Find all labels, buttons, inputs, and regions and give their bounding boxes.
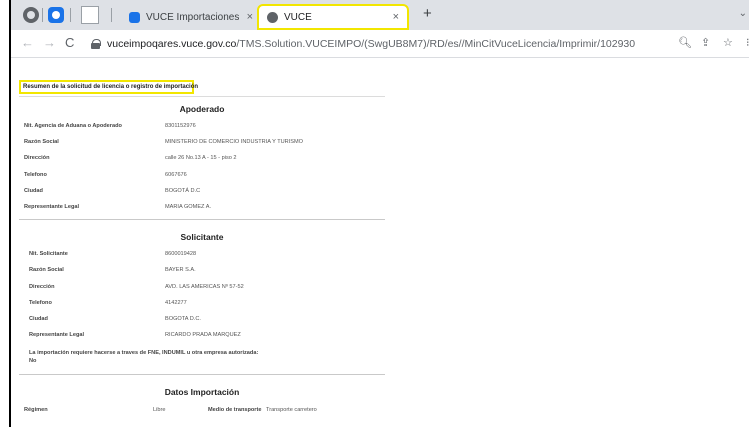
apoderado-fields: Nit. Agencia de Aduana o Apoderado 830115… [19, 118, 385, 215]
field-value: MARIA GOMEZ A. [165, 204, 212, 211]
field-label: Ciudad [24, 187, 43, 194]
field-value: MINISTERIO DE COMERCIO INDUSTRIA Y TURIS… [165, 139, 303, 146]
field-label: Razón Social [29, 267, 64, 274]
section-divider [19, 219, 385, 221]
tab-strip: VUCE Importaciones × VUCE × + ⌄ [11, 0, 749, 30]
field-label: Representante Legal [24, 204, 80, 211]
vuce-favicon-icon [129, 11, 140, 23]
field-row: Telefono 4142277 [19, 295, 385, 311]
transport-label: Medio de transporte [208, 407, 262, 414]
lock-icon[interactable] [91, 38, 101, 49]
field-value: BOGOTÁ D.C [165, 187, 201, 194]
new-tab-button[interactable]: + [423, 6, 432, 21]
tab-separator [70, 8, 71, 22]
field-label: Nit. Agencia de Aduana o Apoderado [24, 123, 122, 130]
globe-favicon-icon [267, 11, 278, 23]
tab-vuce[interactable]: VUCE × [257, 4, 409, 30]
transport-value: Transporte carretero [266, 407, 317, 414]
left-border [9, 0, 11, 427]
address-bar[interactable]: vuceimpoqares.vuce.gov.co/TMS.Solution.V… [91, 33, 651, 54]
forward-button[interactable]: → [43, 35, 56, 51]
field-value: BOGOTA D.C. [165, 315, 201, 322]
field-label: Telefono [29, 299, 52, 306]
tab-search-icon[interactable]: ⌄ [739, 8, 747, 19]
close-icon[interactable]: × [393, 11, 399, 23]
chrome-icon[interactable] [23, 7, 39, 23]
import-data-row: Régimen Libre Medio de transporte Transp… [19, 407, 385, 413]
field-value: 8301152976 [165, 123, 196, 130]
browser-toolbar: ← → C vuceimpoqares.vuce.gov.co/TMS.Solu… [11, 30, 749, 58]
authorization-answer: No [29, 358, 37, 365]
field-row: Representante Legal MARIA GOMEZ A. [19, 199, 385, 215]
field-value: 4142277 [165, 299, 187, 306]
bookmark-star-icon[interactable]: ☆ [723, 37, 733, 49]
tab-title: VUCE [284, 11, 312, 23]
field-label: Telefono [24, 171, 47, 178]
document-header: Resumen de la solicitud de licencia o re… [19, 80, 198, 94]
section-title-datos-importacion: Datos Importación [164, 387, 240, 398]
tab-separator [42, 8, 43, 22]
field-row: Dirección AVD. LAS AMERICAS Nº 57-52 [19, 279, 385, 295]
field-row: Razón Social MINISTERIO DE COMERCIO INDUS… [19, 134, 385, 150]
tab-vuce-importaciones[interactable]: VUCE Importaciones × [121, 4, 261, 30]
field-label: Nit. Solicitante [29, 251, 68, 258]
field-row: Razón Social BAYER S.A. [19, 262, 385, 278]
field-row: Nit. Solicitante 8600019428 [19, 246, 385, 262]
field-row: Dirección calle 26 No.13 A - 15 - piso 2 [19, 150, 385, 166]
back-button[interactable]: ← [21, 35, 34, 51]
url-path: /TMS.Solution.VUCEIMPO/(SwgUB8M7)/RD/es/… [236, 37, 636, 50]
solicitante-fields: Nit. Solicitante 8600019428 Razón Social B… [19, 246, 385, 343]
field-value: 6067676 [165, 171, 187, 178]
field-label: Razón Social [24, 139, 59, 146]
field-label: Ciudad [29, 315, 48, 322]
field-value: BAYER S.A. [165, 267, 196, 274]
section-title-solicitante: Solicitante [180, 232, 224, 243]
url-text[interactable]: vuceimpoqares.vuce.gov.co/TMS.Solution.V… [107, 38, 635, 50]
reload-button[interactable]: C [65, 35, 74, 51]
license-summary-document: Resumen de la solicitud de licencia o re… [19, 80, 385, 413]
field-row: Telefono 6067676 [19, 167, 385, 183]
vuce-app-icon[interactable] [48, 7, 64, 23]
section-title-apoderado: Apoderado [179, 104, 225, 114]
field-label: Dirección [29, 283, 55, 290]
header-divider [19, 96, 385, 97]
field-row: Ciudad BOGOTÁ D.C [19, 183, 385, 199]
authorization-question: La importación requiere hacerse a traves… [29, 350, 259, 357]
close-icon[interactable]: × [247, 11, 253, 23]
tab-title: VUCE Importaciones [146, 11, 240, 23]
field-row: Nit. Agencia de Aduana o Apoderado 830115… [19, 118, 385, 134]
section-divider [19, 374, 385, 376]
field-value: 8600019428 [165, 251, 197, 258]
url-host: vuceimpoqares.vuce.gov.co [107, 37, 237, 50]
field-value: RICARDO PRADA MARQUEZ [165, 332, 241, 339]
field-label: Representante Legal [29, 332, 85, 339]
field-label: Dirección [24, 155, 50, 162]
regimen-label: Régimen [24, 407, 48, 414]
field-value: AVD. LAS AMERICAS Nº 57-52 [165, 283, 244, 290]
blank-tab-icon[interactable] [81, 6, 99, 24]
field-row: Ciudad BOGOTA D.C. [19, 311, 385, 327]
zoom-icon[interactable]: 🔍︎ [678, 37, 692, 49]
share-icon[interactable]: ⇪ [701, 37, 710, 49]
tab-separator [111, 8, 112, 22]
field-value: calle 26 No.13 A - 15 - piso 2 [165, 155, 237, 162]
regimen-value: Libre [153, 407, 166, 414]
field-row: Representante Legal RICARDO PRADA MARQUEZ [19, 327, 385, 343]
